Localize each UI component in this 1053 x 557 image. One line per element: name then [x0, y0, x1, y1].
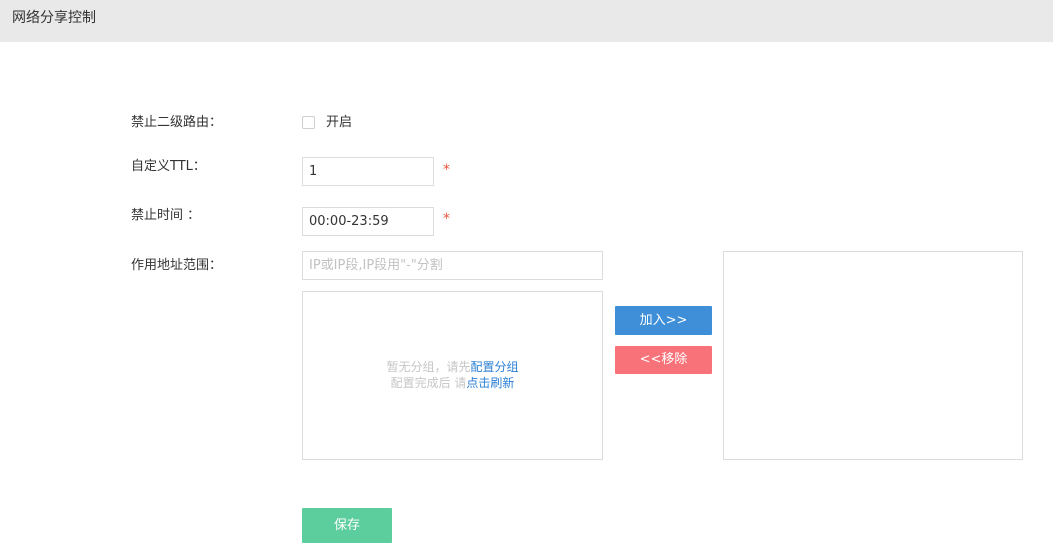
config-group-link[interactable]: 配置分组 [471, 360, 519, 374]
enable-checkbox-label[interactable]: 开启 [326, 115, 352, 131]
custom-ttl-label: 自定义TTL： [131, 159, 206, 174]
remove-button[interactable]: <<移除 [615, 346, 712, 374]
block-time-input[interactable] [302, 207, 434, 236]
empty-group-message: 暂无分组，请先配置分组 [303, 359, 602, 375]
save-button[interactable]: 保存 [302, 508, 392, 543]
refresh-text: 配置完成后 请 [390, 376, 467, 390]
block-time-label: 禁止时间 ： [131, 208, 201, 223]
selected-list-box[interactable] [723, 251, 1023, 460]
empty-group-text: 暂无分组，请先 [386, 360, 471, 374]
ttl-required-mark: * [443, 162, 450, 178]
page-title: 网络分享控制 [12, 10, 96, 26]
block-secondary-router-label: 禁止二级路由： [131, 115, 223, 130]
address-range-label: 作用地址范围： [131, 258, 223, 273]
ip-range-input[interactable] [302, 251, 603, 280]
group-list-box[interactable]: 暂无分组，请先配置分组 配置完成后 请点击刷新 [302, 291, 603, 460]
ttl-input[interactable] [302, 157, 434, 186]
enable-checkbox[interactable] [302, 116, 315, 129]
add-button[interactable]: 加入>> [615, 306, 712, 335]
refresh-link[interactable]: 点击刷新 [466, 376, 514, 390]
block-time-required-mark: * [443, 211, 450, 227]
refresh-message: 配置完成后 请点击刷新 [303, 375, 602, 391]
page-header: 网络分享控制 [0, 0, 1053, 42]
